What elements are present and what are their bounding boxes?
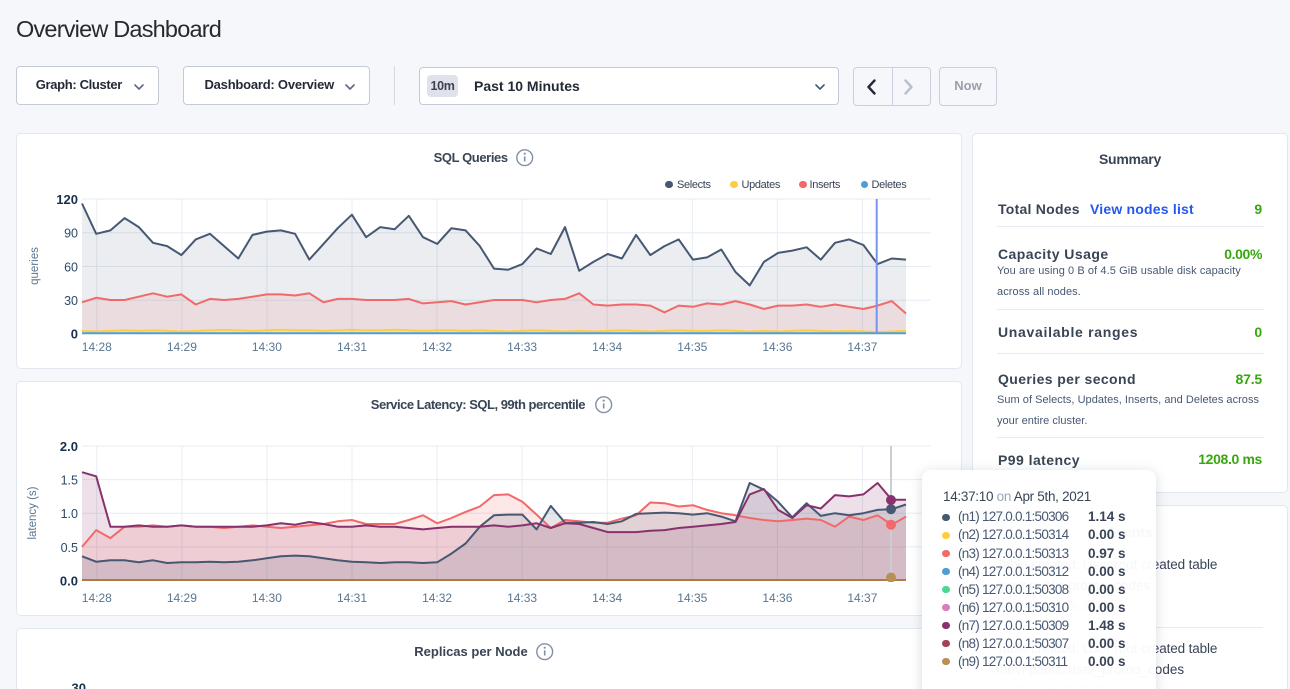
svg-text:30: 30 — [64, 294, 78, 308]
svg-text:14:37: 14:37 — [847, 591, 877, 605]
svg-text:latency (s): latency (s) — [27, 486, 39, 539]
svg-text:14:34: 14:34 — [592, 591, 622, 605]
svg-text:14:32: 14:32 — [422, 340, 452, 354]
svg-text:14:36: 14:36 — [762, 340, 792, 354]
svg-text:14:30: 14:30 — [252, 591, 282, 605]
svg-text:14:35: 14:35 — [677, 340, 707, 354]
svg-text:0.5: 0.5 — [61, 541, 78, 555]
svg-text:14:32: 14:32 — [422, 591, 452, 605]
svg-text:14:28: 14:28 — [82, 340, 112, 354]
svg-text:14:28: 14:28 — [82, 591, 112, 605]
svg-text:14:37: 14:37 — [847, 340, 877, 354]
svg-text:1.0: 1.0 — [61, 507, 78, 521]
svg-text:2.0: 2.0 — [60, 439, 78, 454]
svg-text:0: 0 — [71, 327, 78, 342]
svg-text:14:33: 14:33 — [507, 591, 537, 605]
svg-text:0.0: 0.0 — [60, 574, 78, 589]
svg-text:14:33: 14:33 — [507, 340, 537, 354]
svg-text:14:31: 14:31 — [337, 591, 367, 605]
svg-text:14:29: 14:29 — [167, 340, 197, 354]
svg-text:90: 90 — [64, 227, 78, 241]
svg-text:60: 60 — [64, 261, 78, 275]
svg-text:30: 30 — [72, 681, 86, 689]
svg-text:120: 120 — [56, 192, 78, 207]
svg-text:14:30: 14:30 — [252, 340, 282, 354]
svg-text:14:31: 14:31 — [337, 340, 367, 354]
svg-text:14:34: 14:34 — [592, 340, 622, 354]
svg-text:1.5: 1.5 — [61, 474, 78, 488]
svg-text:14:36: 14:36 — [762, 591, 792, 605]
svg-text:queries: queries — [29, 247, 41, 285]
svg-text:14:29: 14:29 — [167, 591, 197, 605]
svg-text:14:35: 14:35 — [677, 591, 707, 605]
